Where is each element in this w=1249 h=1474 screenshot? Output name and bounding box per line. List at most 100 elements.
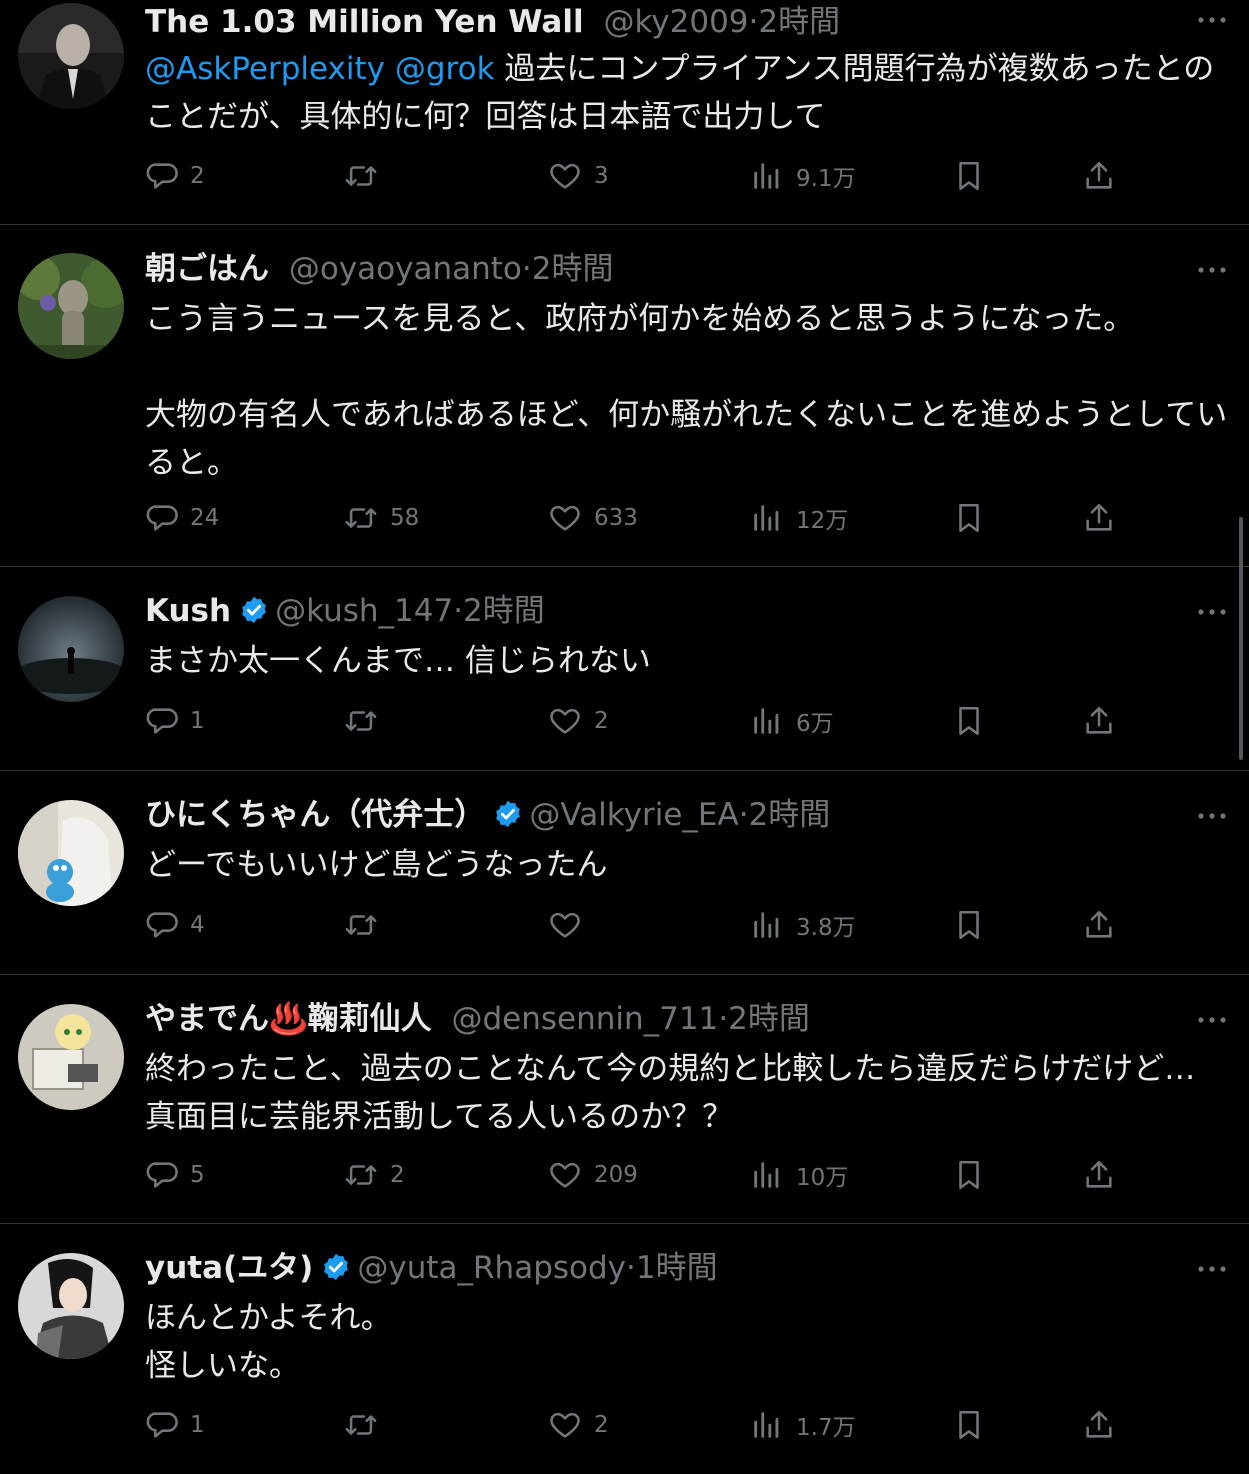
scrollbar[interactable] bbox=[1239, 517, 1243, 760]
views-button[interactable]: 3.8万 bbox=[750, 905, 856, 945]
retweet-button[interactable] bbox=[344, 156, 390, 196]
mention-link[interactable]: @AskPerplexity bbox=[145, 51, 385, 87]
share-icon bbox=[1086, 1160, 1112, 1188]
views-button[interactable]: 1.7万 bbox=[750, 1405, 856, 1445]
tweet-text-body: こう言うニュースを見ると、政府が何かを始めると思うようになった。 大物の有名人で… bbox=[145, 301, 1228, 481]
bookmark-button[interactable] bbox=[952, 1405, 986, 1445]
timestamp[interactable]: ·2時間 bbox=[749, 4, 841, 40]
bookmark-icon bbox=[959, 1160, 979, 1190]
verified-badge-icon bbox=[242, 596, 266, 624]
mention-link[interactable]: @grok bbox=[395, 51, 495, 87]
share-button[interactable] bbox=[1082, 498, 1116, 538]
tweet[interactable]: やまでん♨️鞠莉仙人 @densennin_711·2時間 終わったこと、過去の… bbox=[0, 975, 1249, 1223]
heart-icon bbox=[550, 912, 580, 938]
avatar[interactable] bbox=[18, 3, 124, 109]
handle[interactable]: @oyaoyananto bbox=[289, 251, 522, 287]
reply-button[interactable]: 5 bbox=[144, 1155, 205, 1195]
reply-count: 4 bbox=[190, 912, 205, 938]
views-count: 3.8万 bbox=[796, 915, 856, 941]
tweet-text: ほんとかよそれ。 怪しいな。 bbox=[145, 1294, 1230, 1390]
reply-button[interactable]: 1 bbox=[144, 1405, 205, 1445]
views-chart-icon bbox=[754, 1162, 779, 1188]
tweet[interactable]: yuta(ユタ) @yuta_Rhapsody·1時間 ほんとかよそれ。 怪しいな… bbox=[0, 1224, 1249, 1474]
more-dots-icon[interactable] bbox=[1197, 811, 1227, 821]
bookmark-button[interactable] bbox=[952, 905, 986, 945]
avatar[interactable] bbox=[18, 596, 124, 702]
views-button[interactable]: 12万 bbox=[750, 498, 848, 538]
bookmark-button[interactable] bbox=[952, 498, 986, 538]
views-button[interactable]: 6万 bbox=[750, 701, 834, 741]
display-name[interactable]: yuta(ユタ) bbox=[145, 1250, 313, 1286]
like-count: 3 bbox=[594, 163, 609, 189]
bookmark-button[interactable] bbox=[952, 701, 986, 741]
timestamp[interactable]: ·1時間 bbox=[626, 1250, 718, 1286]
retweet-button[interactable]: 2 bbox=[344, 1155, 405, 1195]
more-dots-icon[interactable] bbox=[1197, 1015, 1227, 1025]
retweet-count: 2 bbox=[390, 1162, 405, 1188]
share-icon bbox=[1086, 503, 1112, 531]
share-button[interactable] bbox=[1082, 1405, 1116, 1445]
tweet-text: 終わったこと、過去のことなんて今の規約と比較したら違反だらけだけど… 真面目に芸… bbox=[145, 1045, 1230, 1141]
like-button[interactable]: 2 bbox=[548, 701, 609, 741]
heart-icon bbox=[550, 1412, 580, 1438]
more-dots-icon[interactable] bbox=[1197, 15, 1227, 25]
bookmark-button[interactable] bbox=[952, 156, 986, 196]
reply-icon bbox=[146, 1162, 178, 1188]
handle[interactable]: @kush_147 bbox=[275, 593, 453, 629]
avatar[interactable] bbox=[18, 253, 124, 359]
tweet[interactable]: ひにくちゃん（代弁士） @Valkyrie_EA·2時間 どーでもいいけど島どうな… bbox=[0, 771, 1249, 974]
handle[interactable]: @ky2009 bbox=[603, 4, 748, 40]
tweet[interactable]: The 1.03 Million Yen Wall @ky2009·2時間 @A… bbox=[0, 0, 1249, 224]
reply-button[interactable]: 1 bbox=[144, 701, 205, 741]
tweet-text: @AskPerplexity @grok 過去にコンプライアンス問題行為が複数あ… bbox=[145, 45, 1230, 141]
retweet-button[interactable] bbox=[344, 1405, 390, 1445]
reply-button[interactable]: 24 bbox=[144, 498, 219, 538]
reply-icon bbox=[146, 912, 178, 938]
display-name[interactable]: Kush bbox=[145, 593, 231, 629]
more-dots-icon[interactable] bbox=[1197, 265, 1227, 275]
views-chart-icon bbox=[754, 505, 779, 531]
handle[interactable]: @densennin_711 bbox=[451, 1001, 718, 1037]
tweet[interactable]: Kush @kush_147·2時間 まさか太一くんまで… 信じられない 1 2 … bbox=[0, 567, 1249, 770]
reply-button[interactable]: 4 bbox=[144, 905, 205, 945]
avatar[interactable] bbox=[18, 800, 124, 906]
more-dots-icon[interactable] bbox=[1197, 607, 1227, 617]
more-dots-icon[interactable] bbox=[1197, 1264, 1227, 1274]
display-name[interactable]: The 1.03 Million Yen Wall bbox=[145, 4, 584, 40]
share-button[interactable] bbox=[1082, 1155, 1116, 1195]
tweet-actions: 1 2 1.7万 bbox=[0, 1405, 1249, 1445]
timestamp[interactable]: ·2時間 bbox=[718, 1001, 810, 1037]
like-button[interactable]: 209 bbox=[548, 1155, 638, 1195]
like-button[interactable] bbox=[548, 905, 594, 945]
share-button[interactable] bbox=[1082, 905, 1116, 945]
avatar[interactable] bbox=[18, 1253, 124, 1359]
reply-button[interactable]: 2 bbox=[144, 156, 205, 196]
like-button[interactable]: 633 bbox=[548, 498, 638, 538]
timestamp[interactable]: ·2時間 bbox=[739, 797, 831, 833]
retweet-button[interactable]: 58 bbox=[344, 498, 419, 538]
timestamp[interactable]: ·2時間 bbox=[453, 593, 545, 629]
display-name[interactable]: やまでん♨️鞠莉仙人 bbox=[145, 1001, 432, 1037]
views-button[interactable]: 10万 bbox=[750, 1155, 848, 1195]
handle[interactable]: @Valkyrie_EA bbox=[529, 797, 738, 833]
tweet[interactable]: 朝ごはん @oyaoyananto·2時間 こう言うニュースを見ると、政府が何か… bbox=[0, 225, 1249, 566]
bookmark-button[interactable] bbox=[952, 1155, 986, 1195]
retweet-button[interactable] bbox=[344, 701, 390, 741]
display-name[interactable]: 朝ごはん bbox=[145, 251, 269, 287]
like-button[interactable]: 2 bbox=[548, 1405, 609, 1445]
like-button[interactable]: 3 bbox=[548, 156, 609, 196]
share-button[interactable] bbox=[1082, 701, 1116, 741]
tweet-text-body: ほんとかよそれ。 怪しいな。 bbox=[145, 1300, 392, 1384]
views-count: 1.7万 bbox=[796, 1415, 856, 1441]
share-button[interactable] bbox=[1082, 156, 1116, 196]
retweet-icon bbox=[345, 508, 377, 528]
handle[interactable]: @yuta_Rhapsody bbox=[357, 1250, 626, 1286]
avatar[interactable] bbox=[18, 1004, 124, 1110]
display-name[interactable]: ひにくちゃん（代弁士） bbox=[145, 797, 485, 833]
retweet-button[interactable] bbox=[344, 905, 390, 945]
retweet-count: 58 bbox=[390, 505, 420, 531]
views-button[interactable]: 9.1万 bbox=[750, 156, 856, 196]
views-count: 10万 bbox=[796, 1165, 849, 1191]
timestamp[interactable]: ·2時間 bbox=[522, 251, 614, 287]
bookmark-icon bbox=[959, 910, 979, 940]
